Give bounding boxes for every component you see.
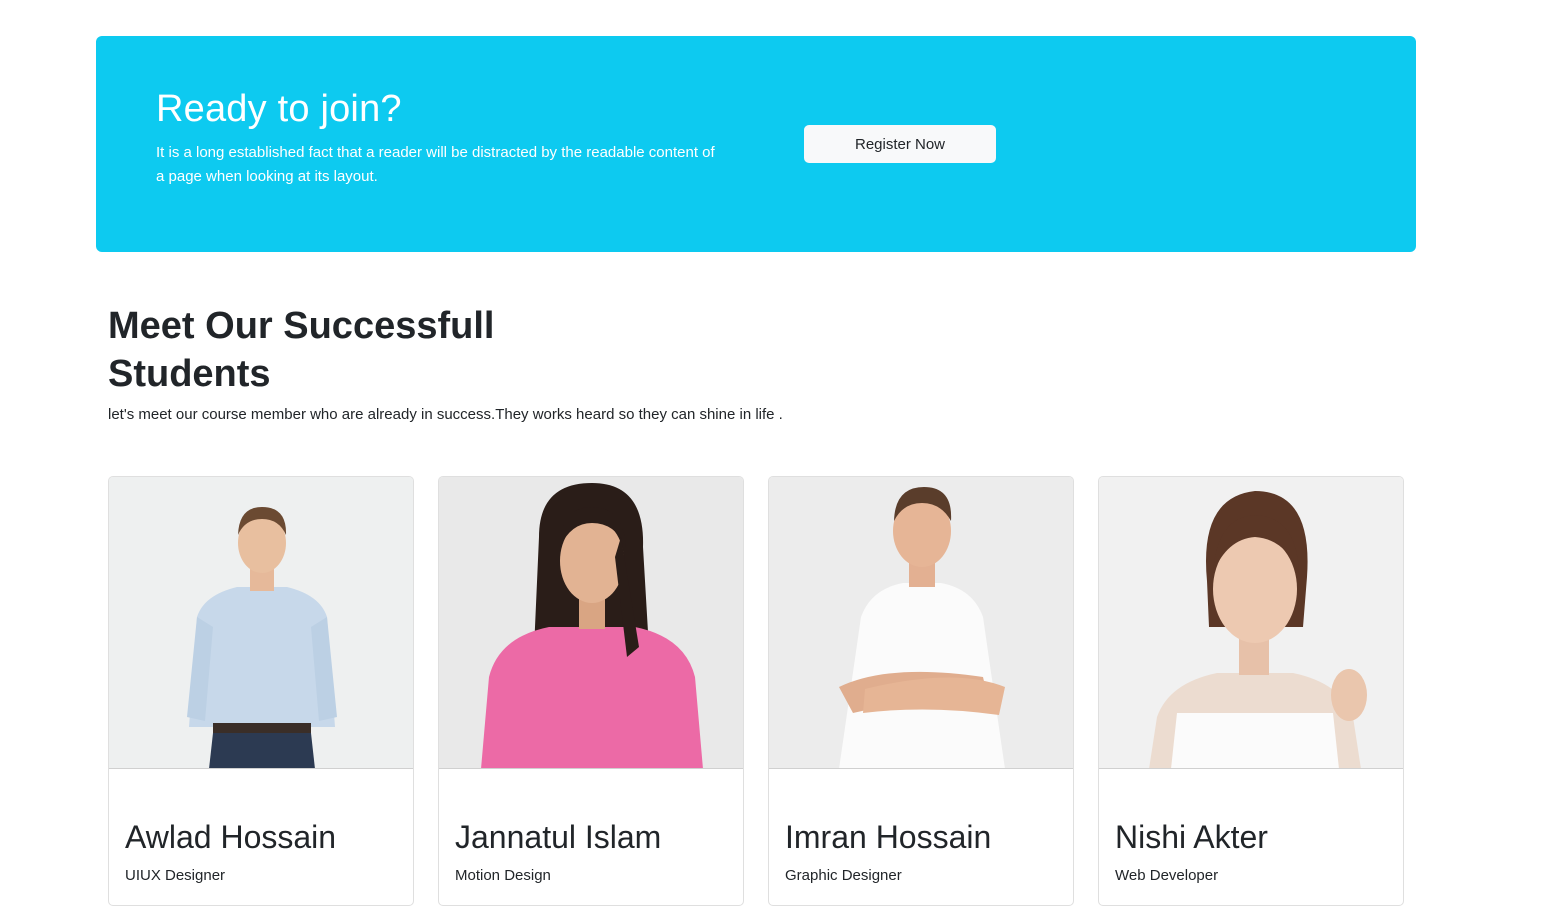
student-photo — [439, 477, 743, 769]
cta-banner: Ready to join? It is a long established … — [96, 36, 1416, 252]
student-role: UIUX Designer — [125, 867, 226, 884]
student-name: Nishi Akter — [1115, 819, 1268, 855]
student-card: Imran Hossain Graphic Designer — [768, 476, 1074, 906]
cta-title: Ready to join? — [156, 88, 402, 130]
student-card: Jannatul Islam Motion Design — [438, 476, 744, 906]
register-now-button[interactable]: Register Now — [804, 125, 996, 163]
student-role: Motion Design — [455, 867, 551, 884]
student-role: Graphic Designer — [785, 867, 902, 884]
student-photo — [109, 477, 413, 769]
student-photo — [769, 477, 1073, 769]
section-subtitle: let's meet our course member who are alr… — [108, 406, 783, 423]
cta-description: It is a long established fact that a rea… — [156, 144, 715, 185]
student-name: Jannatul Islam — [455, 819, 662, 855]
student-photo — [1099, 477, 1403, 769]
section-title: Meet Our Successfull Students — [108, 305, 495, 395]
student-role: Web Developer — [1115, 867, 1219, 884]
student-card: Nishi Akter Web Developer — [1098, 476, 1404, 906]
student-card: Awlad Hossain UIUX Designer — [108, 476, 414, 906]
student-name: Imran Hossain — [785, 819, 992, 855]
student-name: Awlad Hossain — [125, 819, 337, 855]
